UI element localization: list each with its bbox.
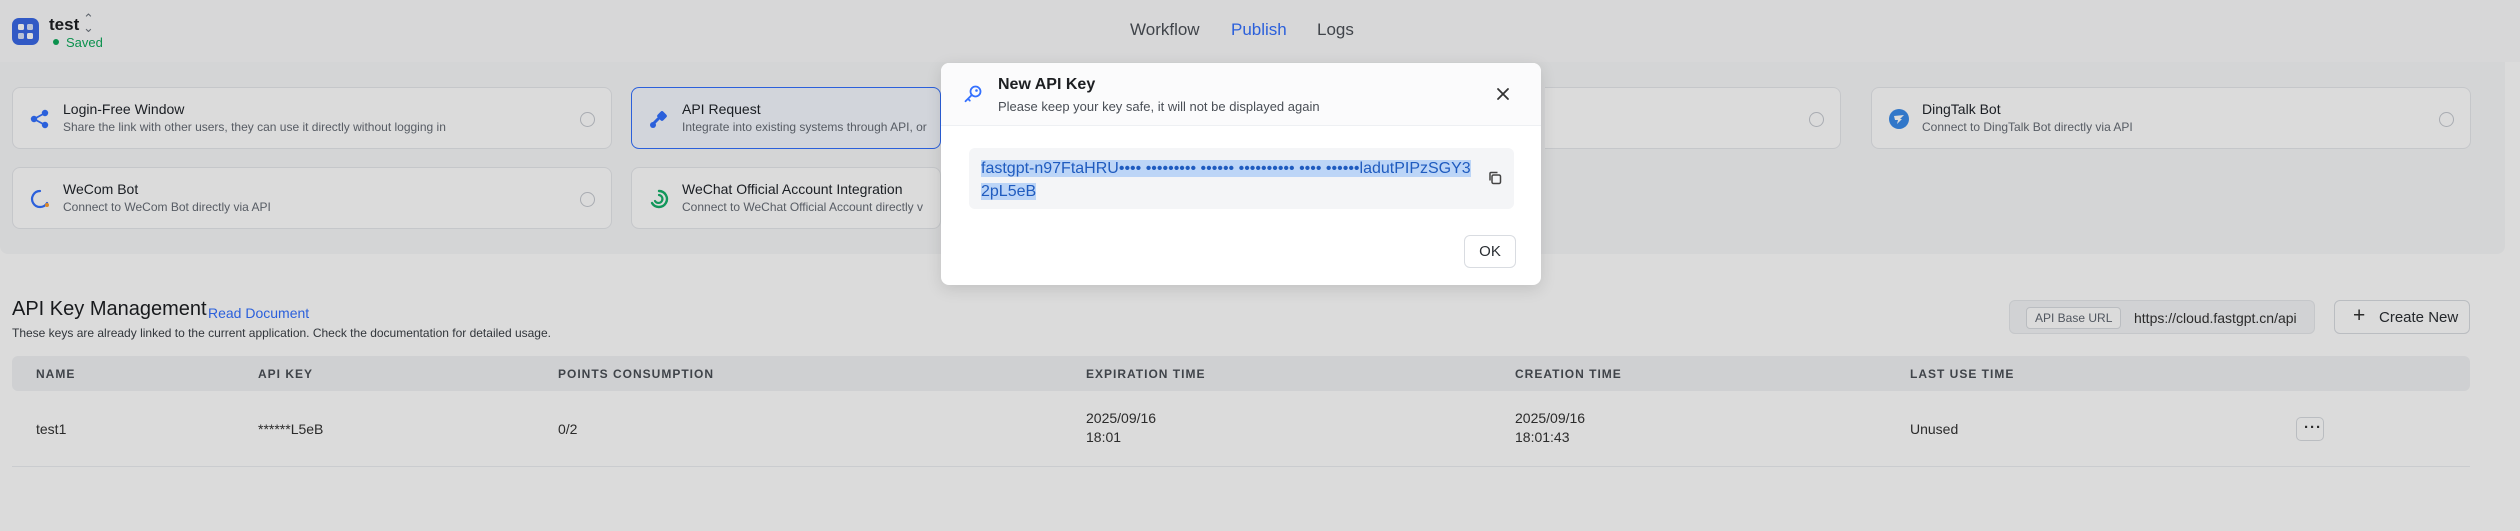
modal-subtitle: Please keep your key safe, it will not b…: [998, 99, 1320, 114]
modal-title: New API Key: [998, 76, 1096, 93]
copy-icon[interactable]: [1487, 170, 1503, 186]
new-api-key-modal: New API Key Please keep your key safe, i…: [941, 63, 1541, 285]
ok-button[interactable]: OK: [1464, 235, 1516, 268]
modal-header: New API Key Please keep your key safe, i…: [941, 63, 1541, 126]
api-key-value[interactable]: fastgpt-n97FtaHRU•••• ••••••••• •••••• •…: [981, 157, 1475, 203]
api-key-box[interactable]: fastgpt-n97FtaHRU•••• ••••••••• •••••• •…: [969, 148, 1514, 209]
key-icon: [964, 85, 982, 103]
close-icon[interactable]: [1492, 83, 1514, 105]
